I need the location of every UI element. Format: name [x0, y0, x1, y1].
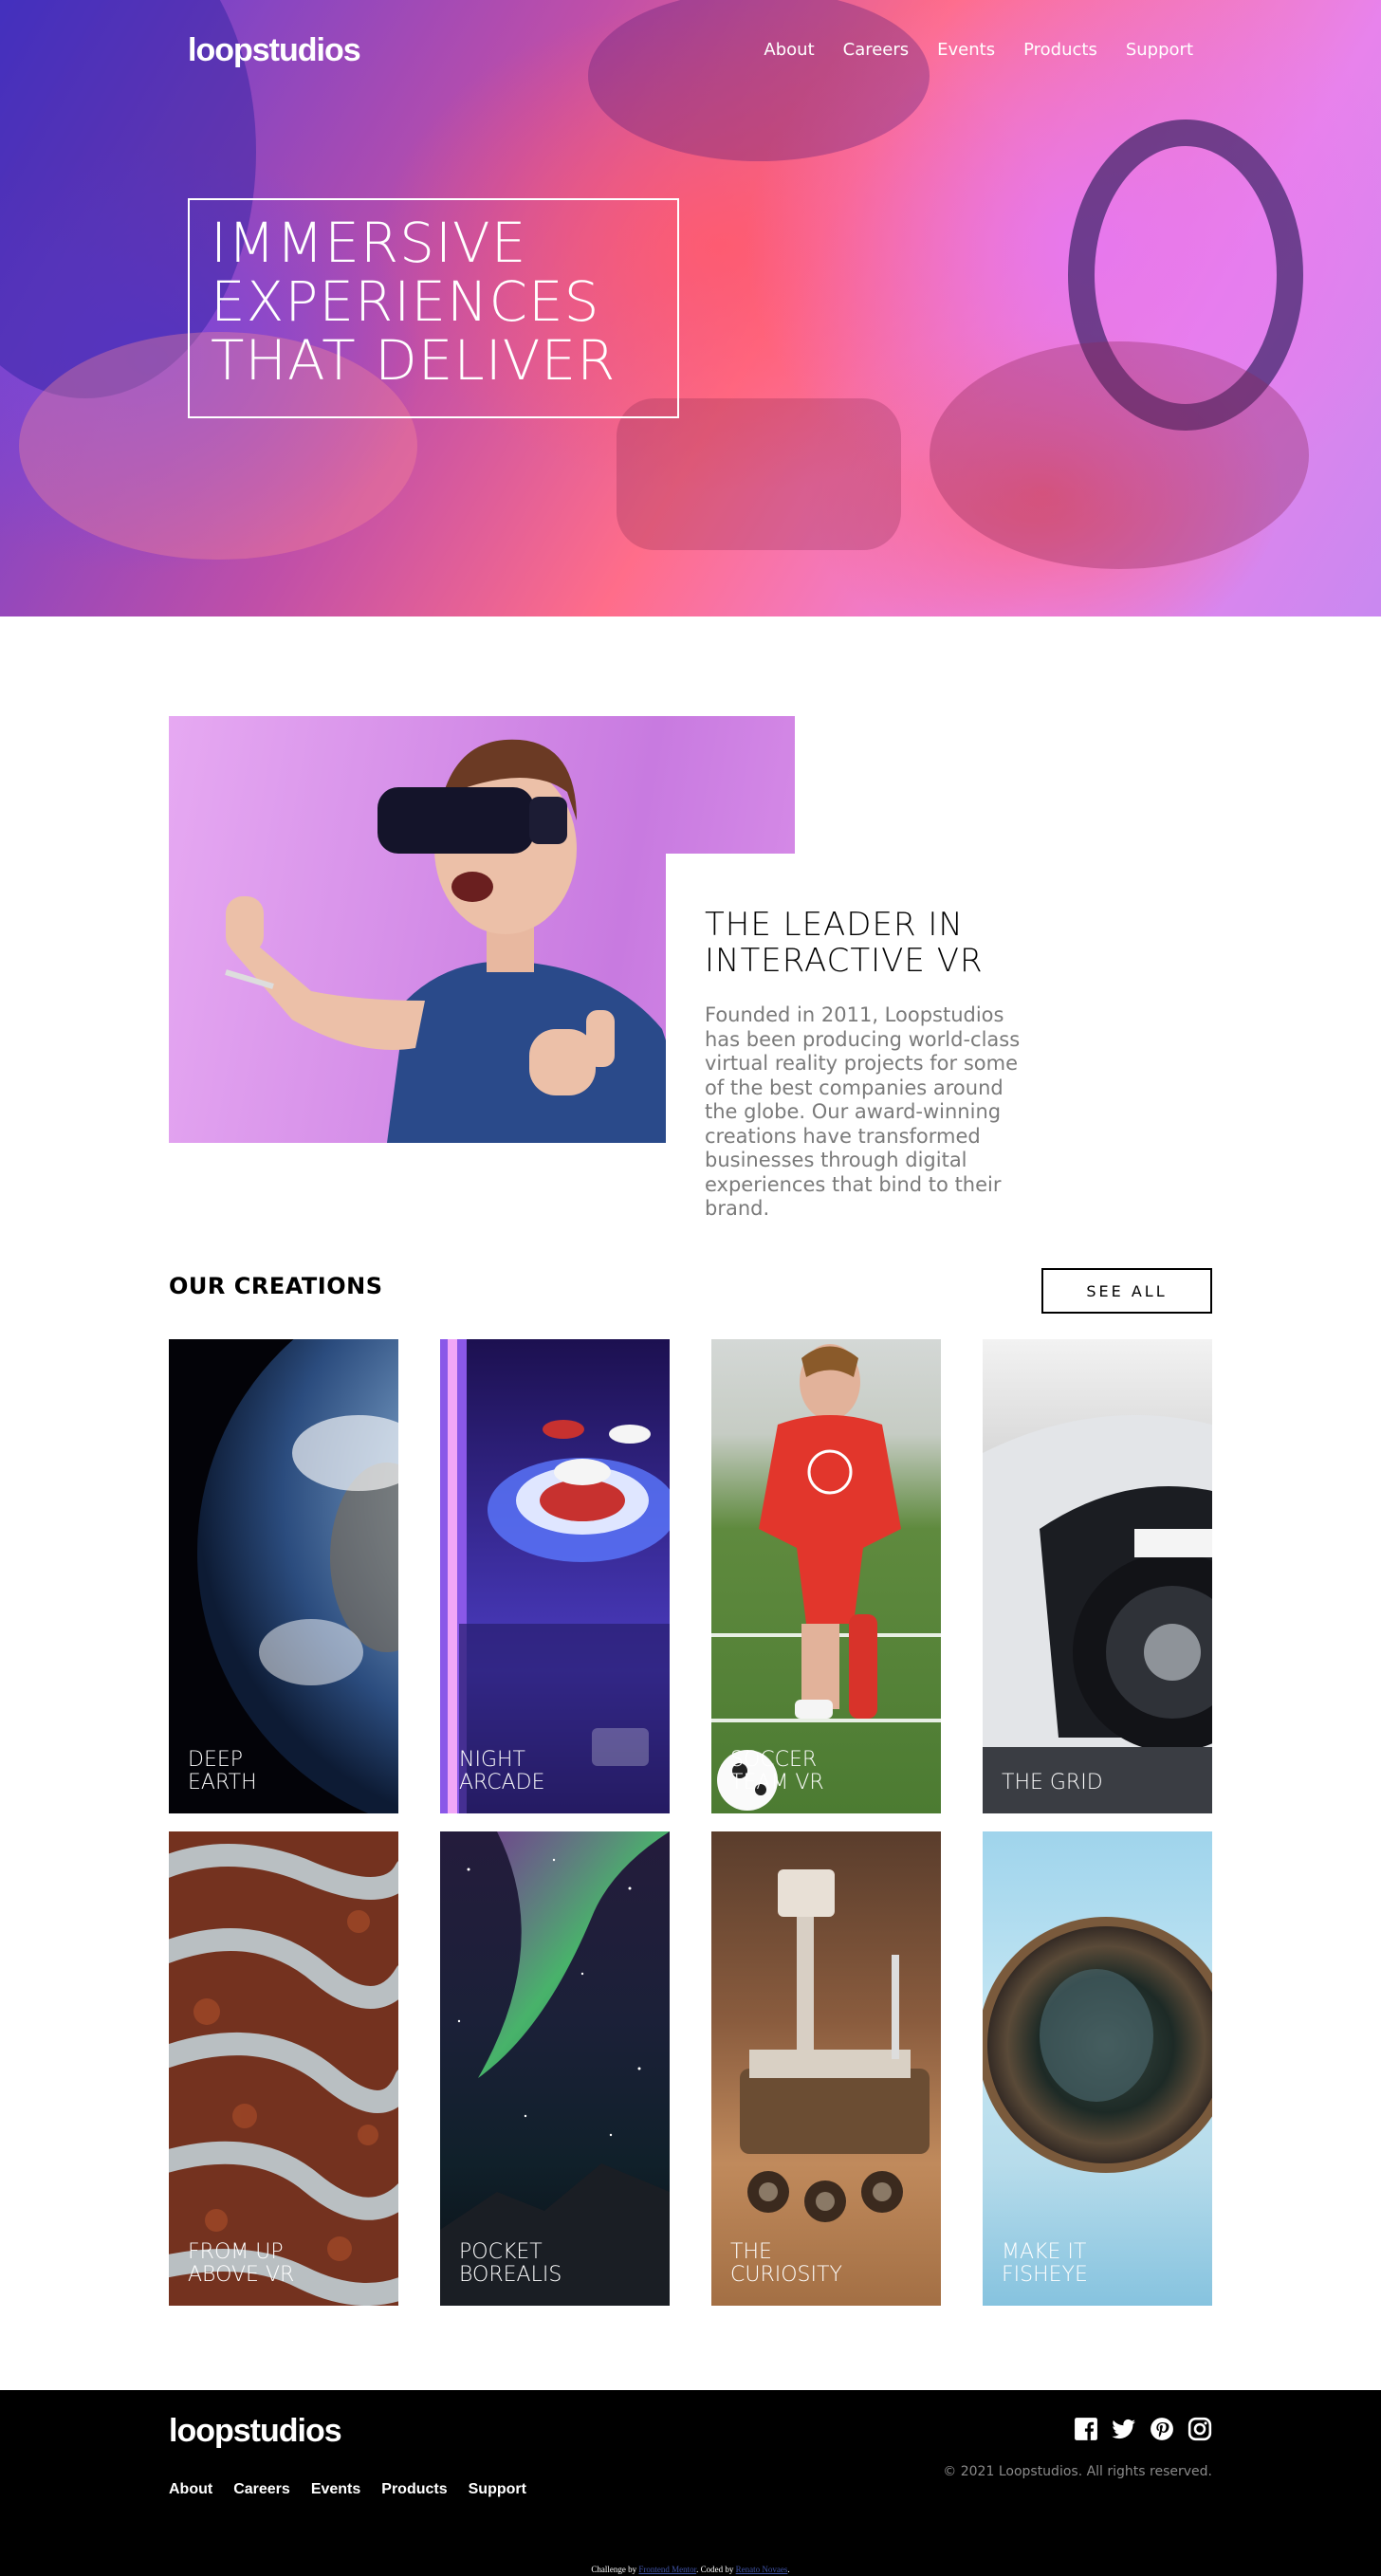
pinterest-icon[interactable]	[1150, 2417, 1174, 2441]
footer-logo[interactable]: loopstudios	[169, 2413, 342, 2450]
nav-link-about[interactable]: About	[764, 40, 814, 60]
creations-title: OUR CREATIONS	[169, 1273, 383, 1299]
twitter-icon[interactable]	[1112, 2417, 1136, 2441]
footer: loopstudios About Careers Events Product…	[0, 2390, 1381, 2576]
copyright-text: © 2021 Loopstudios. All rights reserved.	[943, 2464, 1212, 2479]
creation-card-night-arcade[interactable]: NIGHT ARCADE	[440, 1339, 670, 1813]
creation-label: FROM UP ABOVE VR	[188, 2240, 295, 2287]
deep-earth-image	[197, 1339, 398, 1813]
hero-section: loopstudios About Careers Events Product…	[0, 0, 1381, 616]
header-nav: About Careers Events Products Support	[764, 40, 1193, 60]
nav-link-support[interactable]: Support	[1126, 40, 1193, 60]
creation-card-the-grid[interactable]: THE GRID	[983, 1339, 1212, 1813]
creation-label: DEEP EARTH	[188, 1748, 257, 1794]
soccer-team-vr-image	[711, 1344, 941, 1811]
creation-card-deep-earth[interactable]: DEEP EARTH	[169, 1339, 398, 1813]
footer-link-support[interactable]: Support	[469, 2481, 526, 2498]
about-card: THE LEADER IN INTERACTIVE VR Founded in …	[666, 854, 1064, 1229]
creation-card-the-curiosity[interactable]: THE CURIOSITY	[711, 1831, 941, 2306]
nav-link-events[interactable]: Events	[937, 40, 995, 60]
footer-link-events[interactable]: Events	[311, 2481, 360, 2498]
creation-label: MAKE IT FISHEYE	[1002, 2240, 1088, 2287]
footer-link-careers[interactable]: Careers	[233, 2481, 290, 2498]
footer-link-products[interactable]: Products	[381, 2481, 447, 2498]
creation-card-soccer-team-vr[interactable]: SOCCER TEAM VR	[711, 1339, 941, 1813]
attribution-middle: . Coded by	[696, 2565, 736, 2574]
creation-label: THE CURIOSITY	[730, 2240, 842, 2287]
pocket-borealis-image	[440, 1831, 670, 2306]
footer-link-about[interactable]: About	[169, 2481, 212, 2498]
footer-nav: About Careers Events Products Support	[169, 2481, 526, 2498]
creation-label: THE GRID	[1002, 1771, 1103, 1794]
see-all-button[interactable]: SEE ALL	[1041, 1268, 1212, 1314]
about-title: THE LEADER IN INTERACTIVE VR	[705, 906, 984, 980]
hero-title-box: IMMERSIVE EXPERIENCES THAT DELIVER	[188, 198, 679, 418]
nav-link-careers[interactable]: Careers	[843, 40, 910, 60]
page: loopstudios About Careers Events Product…	[0, 0, 1381, 2576]
from-up-above-vr-image	[169, 1831, 398, 2306]
attribution: Challenge by Frontend Mentor. Coded by R…	[0, 2565, 1381, 2574]
creation-card-pocket-borealis[interactable]: POCKET BOREALIS	[440, 1831, 670, 2306]
creation-card-from-up-above-vr[interactable]: FROM UP ABOVE VR	[169, 1831, 398, 2306]
facebook-icon[interactable]	[1074, 2417, 1098, 2441]
the-grid-image	[983, 1415, 1212, 1813]
attribution-prefix: Challenge by	[591, 2565, 639, 2574]
creation-label: SOCCER TEAM VR	[730, 1748, 824, 1794]
creation-label: POCKET BOREALIS	[459, 2240, 562, 2287]
attribution-suffix: .	[787, 2565, 790, 2574]
author-link[interactable]: Renato Novaes	[736, 2565, 788, 2574]
instagram-icon[interactable]	[1188, 2417, 1212, 2441]
nav-link-products[interactable]: Products	[1023, 40, 1097, 60]
header-logo[interactable]: loopstudios	[188, 32, 361, 69]
make-it-fisheye-image	[983, 1917, 1212, 2173]
social-links	[1074, 2417, 1212, 2441]
hero-title: IMMERSIVE EXPERIENCES THAT DELIVER	[211, 211, 617, 393]
the-curiosity-image	[740, 1869, 930, 2222]
about-text: Founded in 2011, Loopstudios has been pr…	[705, 1003, 1021, 1220]
creation-card-make-it-fisheye[interactable]: MAKE IT FISHEYE	[983, 1831, 1212, 2306]
creation-label: NIGHT ARCADE	[459, 1748, 545, 1794]
frontend-mentor-link[interactable]: Frontend Mentor	[638, 2565, 696, 2574]
night-arcade-image	[440, 1339, 670, 1813]
